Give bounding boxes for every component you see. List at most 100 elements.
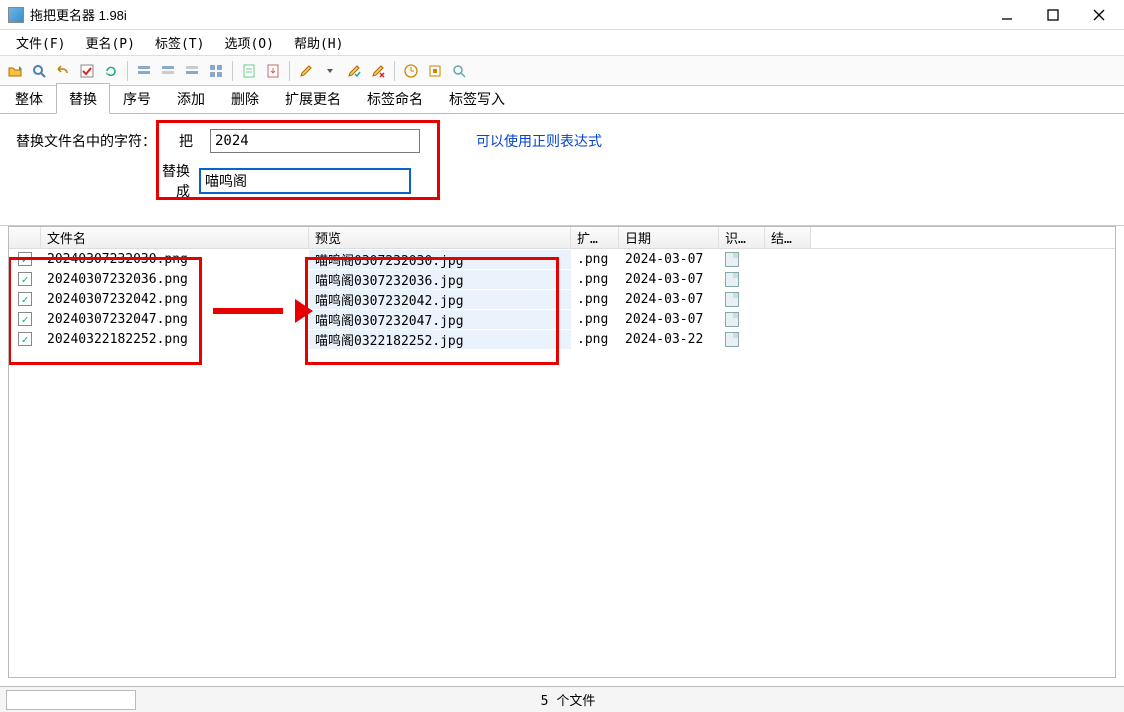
- export-icon[interactable]: [262, 60, 284, 82]
- menu-options[interactable]: 选项(O): [214, 31, 283, 54]
- tab-replace[interactable]: 替换: [56, 83, 110, 114]
- list-icon-2[interactable]: [157, 60, 179, 82]
- tab-add[interactable]: 添加: [164, 83, 218, 113]
- cell-recognize: [719, 312, 765, 327]
- tab-tagwrite[interactable]: 标签写入: [436, 83, 518, 113]
- cell-ext: .png: [571, 332, 619, 347]
- menubar: 文件(F) 更名(P) 标签(T) 选项(O) 帮助(H): [0, 30, 1124, 56]
- col-check[interactable]: [9, 227, 41, 248]
- status-progress: [6, 690, 136, 710]
- row-check-icon[interactable]: ✓: [18, 312, 32, 326]
- col-result[interactable]: 结…: [765, 227, 811, 248]
- cell-recognize: [719, 292, 765, 307]
- toolbar: [0, 56, 1124, 86]
- cell-ext: .png: [571, 252, 619, 267]
- dropdown-icon[interactable]: [319, 60, 341, 82]
- edit-check-icon[interactable]: [343, 60, 365, 82]
- cell-date: 2024-03-07: [619, 312, 719, 327]
- cell-filename: 20240307232030.png: [41, 252, 309, 267]
- cell-recognize: [719, 332, 765, 347]
- from-input[interactable]: [210, 129, 420, 153]
- cell-recognize: [719, 272, 765, 287]
- gear-icon[interactable]: [424, 60, 446, 82]
- close-button[interactable]: [1076, 1, 1122, 29]
- col-ext[interactable]: 扩…: [571, 227, 619, 248]
- col-filename[interactable]: 文件名: [41, 227, 309, 248]
- cell-ext: .png: [571, 272, 619, 287]
- cell-date: 2024-03-22: [619, 332, 719, 347]
- menu-tags[interactable]: 标签(T): [145, 31, 214, 54]
- statusbar: 5 个文件: [0, 686, 1124, 712]
- document-icon[interactable]: [238, 60, 260, 82]
- menu-help[interactable]: 帮助(H): [284, 31, 353, 54]
- cell-recognize: [719, 252, 765, 267]
- cell-date: 2024-03-07: [619, 252, 719, 267]
- tab-whole[interactable]: 整体: [2, 83, 56, 113]
- find-icon[interactable]: [448, 60, 470, 82]
- file-icon: [725, 272, 739, 287]
- refresh-icon[interactable]: [100, 60, 122, 82]
- tab-delete[interactable]: 删除: [218, 83, 272, 113]
- table-row[interactable]: ✓ 20240307232047.png喵鸣阁0307232047.jpg.png…: [9, 309, 1115, 329]
- clock-icon[interactable]: [400, 60, 422, 82]
- to-input[interactable]: [200, 169, 410, 193]
- file-grid: 文件名 预览 扩… 日期 识… 结… ✓20240307232030.png喵鸣…: [8, 226, 1116, 678]
- row-check-icon[interactable]: ✓: [18, 292, 32, 306]
- grid-body: ✓20240307232030.png喵鸣阁0307232030.jpg.png…: [9, 249, 1115, 349]
- app-icon: [8, 7, 24, 23]
- check-icon[interactable]: [76, 60, 98, 82]
- cell-preview: 喵鸣阁0307232030.jpg: [309, 250, 571, 269]
- open-folder-icon[interactable]: [4, 60, 26, 82]
- undo-icon[interactable]: [52, 60, 74, 82]
- col-recognize[interactable]: 识…: [719, 227, 765, 248]
- row-check-icon[interactable]: ✓: [18, 332, 32, 346]
- cell-ext: .png: [571, 292, 619, 307]
- grid-icon[interactable]: [205, 60, 227, 82]
- maximize-button[interactable]: [1030, 1, 1076, 29]
- titlebar: 拖把更名器 1.98i: [0, 0, 1124, 30]
- tab-tagname[interactable]: 标签命名: [354, 83, 436, 113]
- menu-file[interactable]: 文件(F): [6, 31, 75, 54]
- cell-date: 2024-03-07: [619, 272, 719, 287]
- search-icon[interactable]: [28, 60, 50, 82]
- cell-preview: 喵鸣阁0307232042.jpg: [309, 290, 571, 309]
- list-icon-3[interactable]: [181, 60, 203, 82]
- list-icon-1[interactable]: [133, 60, 155, 82]
- replace-header-label: 替换文件名中的字符：: [16, 131, 162, 151]
- cell-filename: 20240322182252.png: [41, 332, 309, 347]
- grid-header: 文件名 预览 扩… 日期 识… 结…: [9, 227, 1115, 249]
- file-icon: [725, 292, 739, 307]
- col-preview[interactable]: 预览: [309, 227, 571, 248]
- cell-filename: 20240307232042.png: [41, 292, 309, 307]
- table-row[interactable]: ✓ 20240307232036.png喵鸣阁0307232036.jpg.png…: [9, 269, 1115, 289]
- row-check-icon[interactable]: ✓: [18, 272, 32, 286]
- window-title: 拖把更名器 1.98i: [30, 5, 127, 24]
- tab-extended[interactable]: 扩展更名: [272, 83, 354, 113]
- edit-delete-icon[interactable]: [367, 60, 389, 82]
- from-label: 把: [172, 131, 200, 151]
- minimize-button[interactable]: [984, 1, 1030, 29]
- cell-preview: 喵鸣阁0322182252.jpg: [309, 330, 571, 349]
- row-check-icon[interactable]: ✓: [18, 252, 32, 266]
- tab-number[interactable]: 序号: [110, 83, 164, 113]
- file-icon: [725, 312, 739, 327]
- tabstrip: 整体 替换 序号 添加 删除 扩展更名 标签命名 标签写入: [0, 86, 1124, 114]
- file-icon: [725, 252, 739, 267]
- table-row[interactable]: ✓ 20240307232042.png喵鸣阁0307232042.jpg.png…: [9, 289, 1115, 309]
- cell-preview: 喵鸣阁0307232047.jpg: [309, 310, 571, 329]
- regex-hint-link[interactable]: 可以使用正则表达式: [476, 131, 602, 151]
- file-icon: [725, 332, 739, 347]
- cell-preview: 喵鸣阁0307232036.jpg: [309, 270, 571, 289]
- table-row[interactable]: ✓ 20240307232030.png喵鸣阁0307232030.jpg.png…: [9, 249, 1115, 269]
- status-text: 5 个文件: [142, 690, 994, 709]
- edit-icon[interactable]: [295, 60, 317, 82]
- cell-date: 2024-03-07: [619, 292, 719, 307]
- col-date[interactable]: 日期: [619, 227, 719, 248]
- table-row[interactable]: ✓ 20240322182252.png喵鸣阁0322182252.jpg.png…: [9, 329, 1115, 349]
- cell-filename: 20240307232036.png: [41, 272, 309, 287]
- replace-panel: 替换文件名中的字符： 把 可以使用正则表达式 替换成: [0, 114, 1124, 226]
- to-label: 替换成: [150, 161, 190, 201]
- menu-rename[interactable]: 更名(P): [75, 31, 144, 54]
- cell-filename: 20240307232047.png: [41, 312, 309, 327]
- cell-ext: .png: [571, 312, 619, 327]
